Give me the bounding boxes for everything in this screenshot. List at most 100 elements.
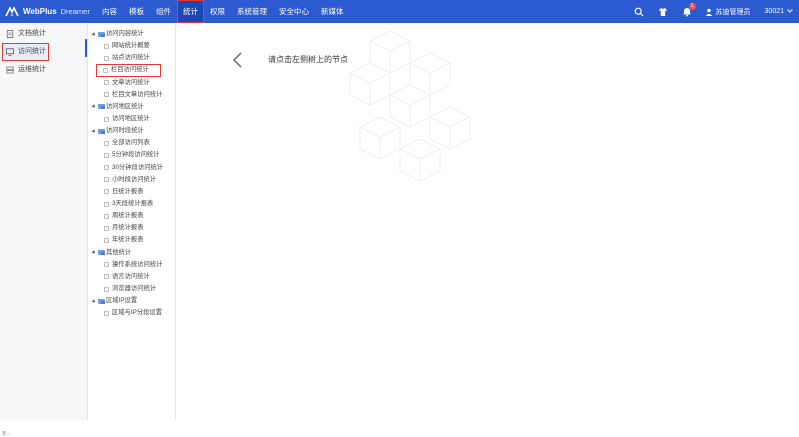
tree-leaf[interactable]: 浏览器访问统计 xyxy=(88,283,175,295)
leaf-icon xyxy=(104,274,109,280)
tree-leaf-label: 语言访问统计 xyxy=(112,272,150,280)
document-icon xyxy=(6,30,14,38)
leaf-icon xyxy=(104,201,109,207)
tree-leaf[interactable]: 语言访问统计 xyxy=(88,271,175,283)
sidebar: 文档统计 访问统计 运维统计 元... xyxy=(0,23,88,436)
tree-leaf-label: 访问地区统计 xyxy=(112,115,150,123)
nav-item-component[interactable]: 组件 xyxy=(150,0,177,23)
leaf-icon xyxy=(104,225,109,231)
sidebar-active-indicator xyxy=(85,39,87,57)
tree-leaf-label: 月统计报表 xyxy=(112,224,144,232)
sidebar-item-ops-stats[interactable]: 运维统计 xyxy=(0,61,87,79)
leaf-icon xyxy=(104,152,109,158)
tree-leaf-label: 日统计报表 xyxy=(112,187,144,195)
caret-down-icon[interactable] xyxy=(91,31,97,37)
leaf-icon xyxy=(104,310,109,316)
leaf-icon xyxy=(103,67,108,73)
shirt-icon[interactable] xyxy=(657,6,669,18)
tree-leaf-label: 区域与IP分段设置 xyxy=(112,309,163,317)
tree-leaf-label: 站点访问统计 xyxy=(112,54,150,62)
tree-group-label: 区域IP设置 xyxy=(106,297,138,305)
chevron-left-icon[interactable] xyxy=(231,51,245,69)
nav-item-statistics[interactable]: 统计 xyxy=(177,0,204,23)
tree-leaf[interactable]: 站点访问统计 xyxy=(88,52,175,64)
logo[interactable]: WebPlus Dreamer xyxy=(5,4,90,19)
tree-leaf[interactable]: 访问地区统计 xyxy=(88,113,175,125)
leaf-icon xyxy=(104,116,109,122)
tree-leaf[interactable]: 周统计报表 xyxy=(88,210,175,222)
leaf-icon xyxy=(104,92,109,98)
empty-state-hint: 请点击左侧树上的节点 xyxy=(268,55,348,64)
nav-item-security-center[interactable]: 安全中心 xyxy=(273,0,315,23)
caret-down-icon[interactable] xyxy=(91,298,97,304)
tree-leaf[interactable]: 网站统计概要 xyxy=(88,40,175,52)
sidebar-item-document-stats[interactable]: 文档统计 xyxy=(0,25,87,43)
leaf-icon xyxy=(104,177,109,183)
leaf-icon xyxy=(104,237,109,243)
tree-leaf[interactable]: 30分钟段访问统计 xyxy=(88,162,175,174)
caret-down-icon[interactable] xyxy=(91,128,97,134)
caret-down-icon[interactable] xyxy=(91,250,97,256)
leaf-icon xyxy=(104,80,109,86)
tree-group-label: 访问内容统计 xyxy=(106,30,144,38)
tree-group[interactable]: 访问时段统计 xyxy=(88,125,175,137)
tree-leaf[interactable]: 文章访问统计 xyxy=(88,77,175,89)
tree-leaf-label: 浏览器访问统计 xyxy=(112,285,157,293)
tree-leaf[interactable]: 小时段访问统计 xyxy=(88,174,175,186)
nav-item-content[interactable]: 内容 xyxy=(96,0,123,23)
sidebar-item-visit-stats[interactable]: 访问统计 xyxy=(2,43,49,61)
tree-leaf[interactable]: 栏目文章访问统计 xyxy=(88,89,175,101)
site-code[interactable]: 30021 xyxy=(765,8,784,15)
folder-icon xyxy=(98,128,105,134)
folder-icon xyxy=(98,31,105,37)
user-icon xyxy=(705,8,712,16)
chevron-down-icon[interactable] xyxy=(787,8,793,15)
tree-leaf-highlighted[interactable]: 栏目访问统计 xyxy=(96,64,161,77)
tree-group[interactable]: 区域IP设置 xyxy=(88,295,175,307)
leaf-icon xyxy=(104,213,109,219)
nav-item-template[interactable]: 模板 xyxy=(123,0,150,23)
leaf-icon xyxy=(104,286,109,292)
main-nav: 内容 模板 组件 统计 权限 系统管理 安全中心 新媒体 xyxy=(96,0,350,23)
logo-subtext: Dreamer xyxy=(60,7,90,16)
tree-leaf[interactable]: 日统计报表 xyxy=(88,186,175,198)
tree-group[interactable]: 其他统计 xyxy=(88,247,175,259)
server-icon xyxy=(6,66,14,74)
tree-group-label: 访问地区统计 xyxy=(106,102,144,110)
tree-leaf[interactable]: 3天段统计报表 xyxy=(88,198,175,210)
cubes-watermark-icon xyxy=(348,31,472,182)
tree-group[interactable]: 访问内容统计 xyxy=(88,28,175,40)
tree-group[interactable]: 访问地区统计 xyxy=(88,101,175,113)
user-menu[interactable]: 苏迪管理员 xyxy=(705,7,751,17)
tree-leaf-label: 30分钟段访问统计 xyxy=(112,163,164,171)
header-actions: 1 苏迪管理员 30021 xyxy=(621,0,793,23)
folder-icon xyxy=(98,104,105,110)
tree-leaf-label: 年统计报表 xyxy=(112,236,144,244)
nav-item-permission[interactable]: 权限 xyxy=(204,0,231,23)
tree-leaf[interactable]: 区域与IP分段设置 xyxy=(88,307,175,319)
top-bar: WebPlus Dreamer 内容 模板 组件 统计 权限 系统管理 安全中心… xyxy=(0,0,799,23)
leaf-icon xyxy=(104,189,109,195)
tree-leaf-label: 网站统计概要 xyxy=(112,42,150,50)
nav-item-new-media[interactable]: 新媒体 xyxy=(315,0,350,23)
user-name: 苏迪管理员 xyxy=(715,8,751,16)
tree-leaf-label: 周统计报表 xyxy=(112,212,144,220)
folder-icon xyxy=(98,298,105,304)
sidebar-item-label: 访问统计 xyxy=(18,48,46,55)
bell-icon[interactable]: 1 xyxy=(681,2,696,18)
tree-leaf-label: 操作系统访问统计 xyxy=(112,260,163,268)
nav-item-system-management[interactable]: 系统管理 xyxy=(231,0,273,23)
tree-leaf-label: 全部访问列表 xyxy=(112,139,150,147)
main-content: 请点击左侧树上的节点 xyxy=(177,23,799,420)
corner-tip: 元... xyxy=(2,431,11,436)
tree-leaf[interactable]: 全部访问列表 xyxy=(88,137,175,149)
tree-leaf[interactable]: 操作系统访问统计 xyxy=(88,259,175,271)
tree-group-label: 其他统计 xyxy=(106,248,132,256)
tree-leaf[interactable]: 5分钟段访问统计 xyxy=(88,149,175,161)
tree-leaf[interactable]: 年统计报表 xyxy=(88,234,175,246)
caret-down-icon[interactable] xyxy=(91,104,97,110)
tree-leaf-label: 小时段访问统计 xyxy=(112,175,157,183)
search-icon[interactable] xyxy=(633,6,645,18)
tree-leaf[interactable]: 月统计报表 xyxy=(88,222,175,234)
leaf-icon xyxy=(104,140,109,146)
